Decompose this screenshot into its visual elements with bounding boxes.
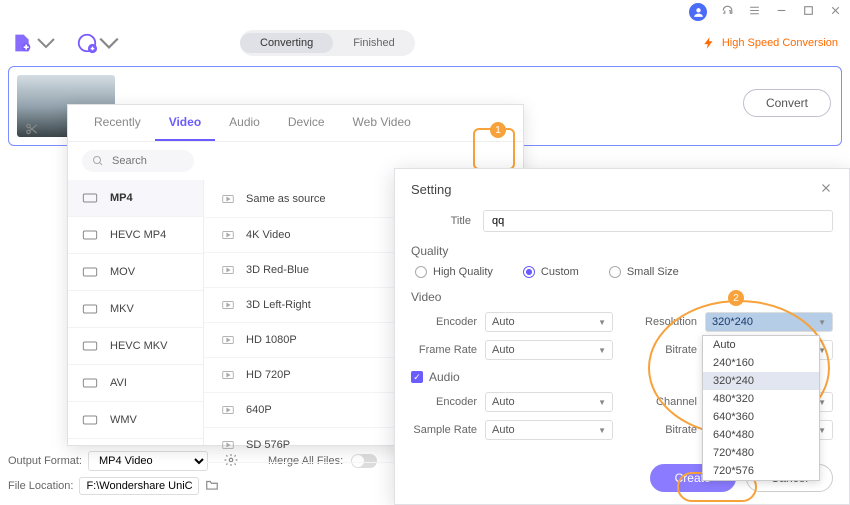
tab-converting[interactable]: Converting bbox=[240, 33, 333, 53]
titlebar bbox=[0, 0, 850, 24]
audio-section-label: Audio bbox=[429, 370, 460, 384]
format-list[interactable]: MP4 HEVC MP4 MOV MKV HEVC MKV AVI WMV bbox=[68, 180, 204, 445]
samplerate-label: Sample Rate bbox=[411, 424, 477, 436]
radio-high-quality[interactable]: High Quality bbox=[415, 266, 493, 278]
res-opt-320-240[interactable]: 320*240 bbox=[703, 372, 819, 390]
format-tabs: Recently Video Audio Device Web Video bbox=[68, 105, 523, 142]
badge-1: 1 bbox=[490, 122, 506, 138]
title-label: Title bbox=[411, 215, 471, 227]
res-opt-640-480[interactable]: 640*480 bbox=[703, 426, 819, 444]
audio-bitrate-label: Bitrate bbox=[631, 424, 697, 436]
tab-device[interactable]: Device bbox=[274, 105, 339, 141]
format-mp4[interactable]: MP4 bbox=[68, 180, 203, 217]
quality-radio-group: High Quality Custom Small Size bbox=[411, 266, 833, 278]
title-input[interactable] bbox=[483, 210, 833, 232]
toolbar: Converting Finished High Speed Conversio… bbox=[0, 24, 850, 62]
framerate-select[interactable]: Auto▼ bbox=[485, 340, 613, 360]
convert-button[interactable]: Convert bbox=[743, 89, 831, 117]
audio-checkbox[interactable]: ✓ bbox=[411, 371, 423, 383]
maximize-icon[interactable] bbox=[802, 4, 815, 20]
hsc-label: High Speed Conversion bbox=[722, 37, 838, 49]
tab-video[interactable]: Video bbox=[155, 105, 215, 141]
radio-small-size[interactable]: Small Size bbox=[609, 266, 679, 278]
tab-recently[interactable]: Recently bbox=[80, 105, 155, 141]
res-opt-auto[interactable]: Auto bbox=[703, 336, 819, 354]
search-icon bbox=[92, 155, 104, 167]
lightning-icon bbox=[702, 36, 716, 50]
format-wmv[interactable]: WMV bbox=[68, 402, 203, 439]
video-section-label: Video bbox=[411, 290, 833, 304]
audio-encoder-select[interactable]: Auto▼ bbox=[485, 392, 613, 412]
format-avi[interactable]: AVI bbox=[68, 365, 203, 402]
menu-icon[interactable] bbox=[748, 4, 761, 20]
radio-custom[interactable]: Custom bbox=[523, 266, 579, 278]
framerate-label: Frame Rate bbox=[411, 344, 477, 356]
tab-web-video[interactable]: Web Video bbox=[339, 105, 425, 141]
trim-icon[interactable] bbox=[25, 122, 39, 139]
close-icon[interactable] bbox=[829, 4, 842, 20]
format-hevc-mkv[interactable]: HEVC MKV bbox=[68, 328, 203, 365]
file-location-input[interactable] bbox=[79, 477, 199, 495]
add-file-button[interactable] bbox=[12, 33, 56, 53]
format-hevc-mp4[interactable]: HEVC MP4 bbox=[68, 217, 203, 254]
quality-section-label: Quality bbox=[411, 244, 833, 258]
res-opt-240-160[interactable]: 240*160 bbox=[703, 354, 819, 372]
tab-finished[interactable]: Finished bbox=[333, 33, 415, 53]
user-icon[interactable] bbox=[689, 3, 707, 21]
res-opt-720-480[interactable]: 720*480 bbox=[703, 444, 819, 462]
high-speed-conversion[interactable]: High Speed Conversion bbox=[702, 36, 838, 50]
res-opt-480-320[interactable]: 480*320 bbox=[703, 390, 819, 408]
format-mov[interactable]: MOV bbox=[68, 254, 203, 291]
resolution-dropdown[interactable]: Auto 240*160 320*240 480*320 640*360 640… bbox=[702, 335, 820, 481]
minimize-icon[interactable] bbox=[775, 4, 788, 20]
browse-folder-icon[interactable] bbox=[205, 478, 219, 495]
video-encoder-select[interactable]: Auto▼ bbox=[485, 312, 613, 332]
format-search[interactable] bbox=[82, 150, 194, 172]
res-opt-640-360[interactable]: 640*360 bbox=[703, 408, 819, 426]
settings-title: Setting bbox=[411, 182, 451, 197]
file-location-label: File Location: bbox=[8, 480, 73, 492]
output-format-select[interactable]: MP4 Video bbox=[88, 451, 208, 471]
output-format-label: Output Format: bbox=[8, 455, 82, 467]
status-tabs: Converting Finished bbox=[240, 30, 415, 56]
samplerate-select[interactable]: Auto▼ bbox=[485, 420, 613, 440]
close-settings-icon[interactable] bbox=[819, 181, 833, 198]
tab-audio[interactable]: Audio bbox=[215, 105, 274, 141]
res-opt-720-576[interactable]: 720*576 bbox=[703, 462, 819, 480]
video-encoder-label: Encoder bbox=[411, 316, 477, 328]
badge-2: 2 bbox=[728, 290, 744, 306]
search-input[interactable] bbox=[112, 155, 182, 167]
audio-encoder-label: Encoder bbox=[411, 396, 477, 408]
format-mkv[interactable]: MKV bbox=[68, 291, 203, 328]
chevron-down-icon bbox=[36, 33, 56, 53]
record-button[interactable] bbox=[76, 32, 120, 54]
headset-icon[interactable] bbox=[721, 4, 734, 20]
chevron-down-icon bbox=[98, 32, 120, 54]
